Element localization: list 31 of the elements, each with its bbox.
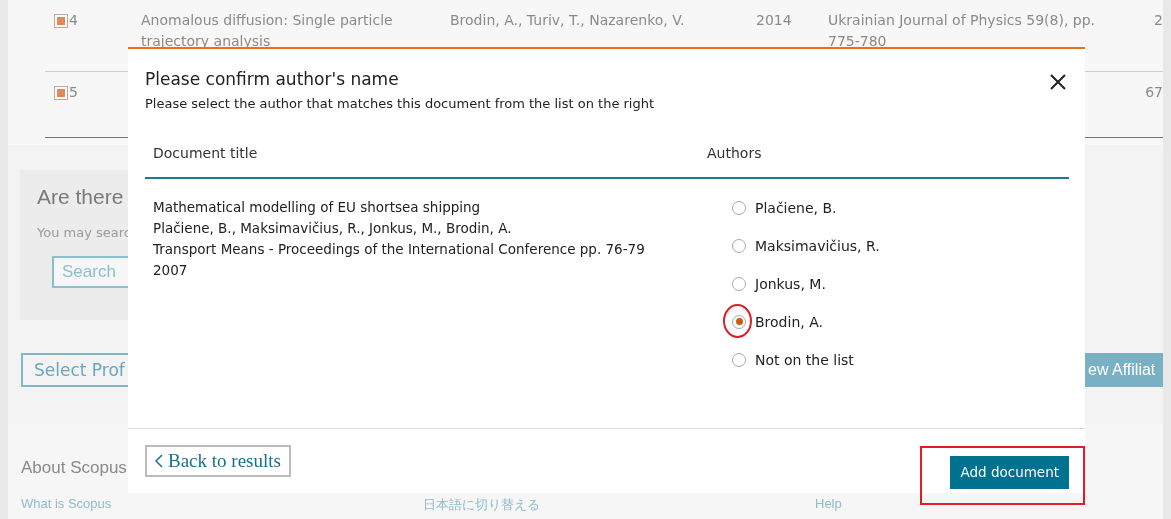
column-header: Authors [707,145,763,161]
document-authors: Plačiene, B., Maksimavičius, R., Jonkus, M., Brodin, A. [153,219,513,238]
author-option[interactable]: Not on the list [755,351,854,368]
document-title: Mathematical modelling of EU shortsea shipping [153,198,482,217]
row-number: 5 [68,83,79,102]
author-option[interactable]: Brodin, A. [755,313,823,330]
back-to-results-button[interactable]: Back to results [145,445,291,477]
row-number: 4 [68,11,79,30]
document-source: Transport Means - Proceedings of the International Conference pp. 76-79 [153,240,646,259]
footer-heading: About Scopus [21,458,127,478]
section-heading: Are there [37,185,125,209]
table-cell-text: Brodin, A., Turiv, T., Nazarenko, V. [450,11,686,30]
table-cell-text: Ukrainian Journal of Physics 59(8), pp. 775-780 [828,11,1097,51]
document-year: 2007 [153,261,189,280]
checkbox[interactable] [54,14,68,28]
hint-text: You may searc [37,225,132,240]
highlight-ellipse [723,304,752,338]
add-document-button[interactable]: Add document [950,455,1069,489]
author-option[interactable]: Plačiene, B. [755,199,837,216]
checkbox[interactable] [54,86,68,100]
table-cell-text: 67 [1144,83,1163,102]
dialog-subtitle: Please select the author that matches this document from the list on the right [145,96,655,111]
table-cell-text: 2014 [756,11,793,30]
author-option[interactable]: Jonkus, M. [755,275,826,292]
close-icon [1050,74,1066,90]
table-cell-text: 2 [1153,11,1163,30]
column-header: Document title [153,145,259,161]
chevron-left-icon [155,454,163,468]
table-cell-text: Anomalous diffusion: Single particle trajectory analysis [141,11,394,51]
author-option[interactable]: Maksimavičius, R. [755,237,880,254]
dialog-title: Please confirm author's name [145,69,400,89]
